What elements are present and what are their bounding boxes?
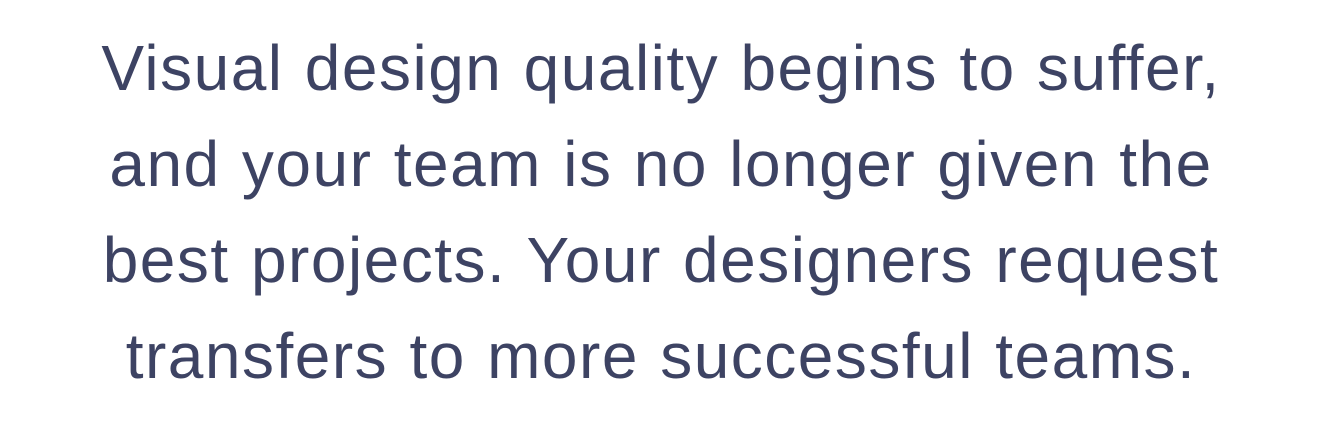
- statement-paragraph: Visual design quality begins to suffer, …: [31, 20, 1291, 404]
- statement-line-4: transfers to more successful teams.: [125, 320, 1197, 392]
- text-slide: Visual design quality begins to suffer, …: [0, 0, 1322, 424]
- statement-line-2: and your team is no longer given the: [109, 128, 1213, 200]
- statement-line-1: Visual design quality begins to suffer,: [101, 32, 1221, 104]
- statement-line-3: best projects. Your designers request: [102, 224, 1220, 296]
